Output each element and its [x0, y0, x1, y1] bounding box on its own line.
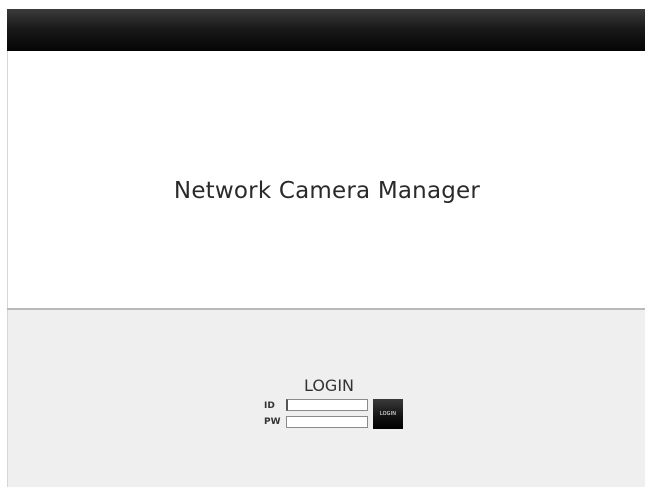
- app-window: Network Camera Manager LOGIN ID PW LOGIN: [7, 9, 645, 487]
- password-input[interactable]: [286, 416, 368, 428]
- app-title: Network Camera Manager: [173, 178, 481, 204]
- id-input[interactable]: [286, 399, 368, 411]
- login-button[interactable]: LOGIN: [373, 399, 403, 429]
- hero-panel: Network Camera Manager: [7, 51, 645, 308]
- login-heading: LOGIN: [303, 376, 355, 395]
- login-panel: LOGIN ID PW LOGIN: [7, 310, 645, 487]
- id-label: ID: [264, 401, 275, 411]
- top-header-bar: [7, 9, 645, 51]
- pw-label: PW: [264, 417, 281, 427]
